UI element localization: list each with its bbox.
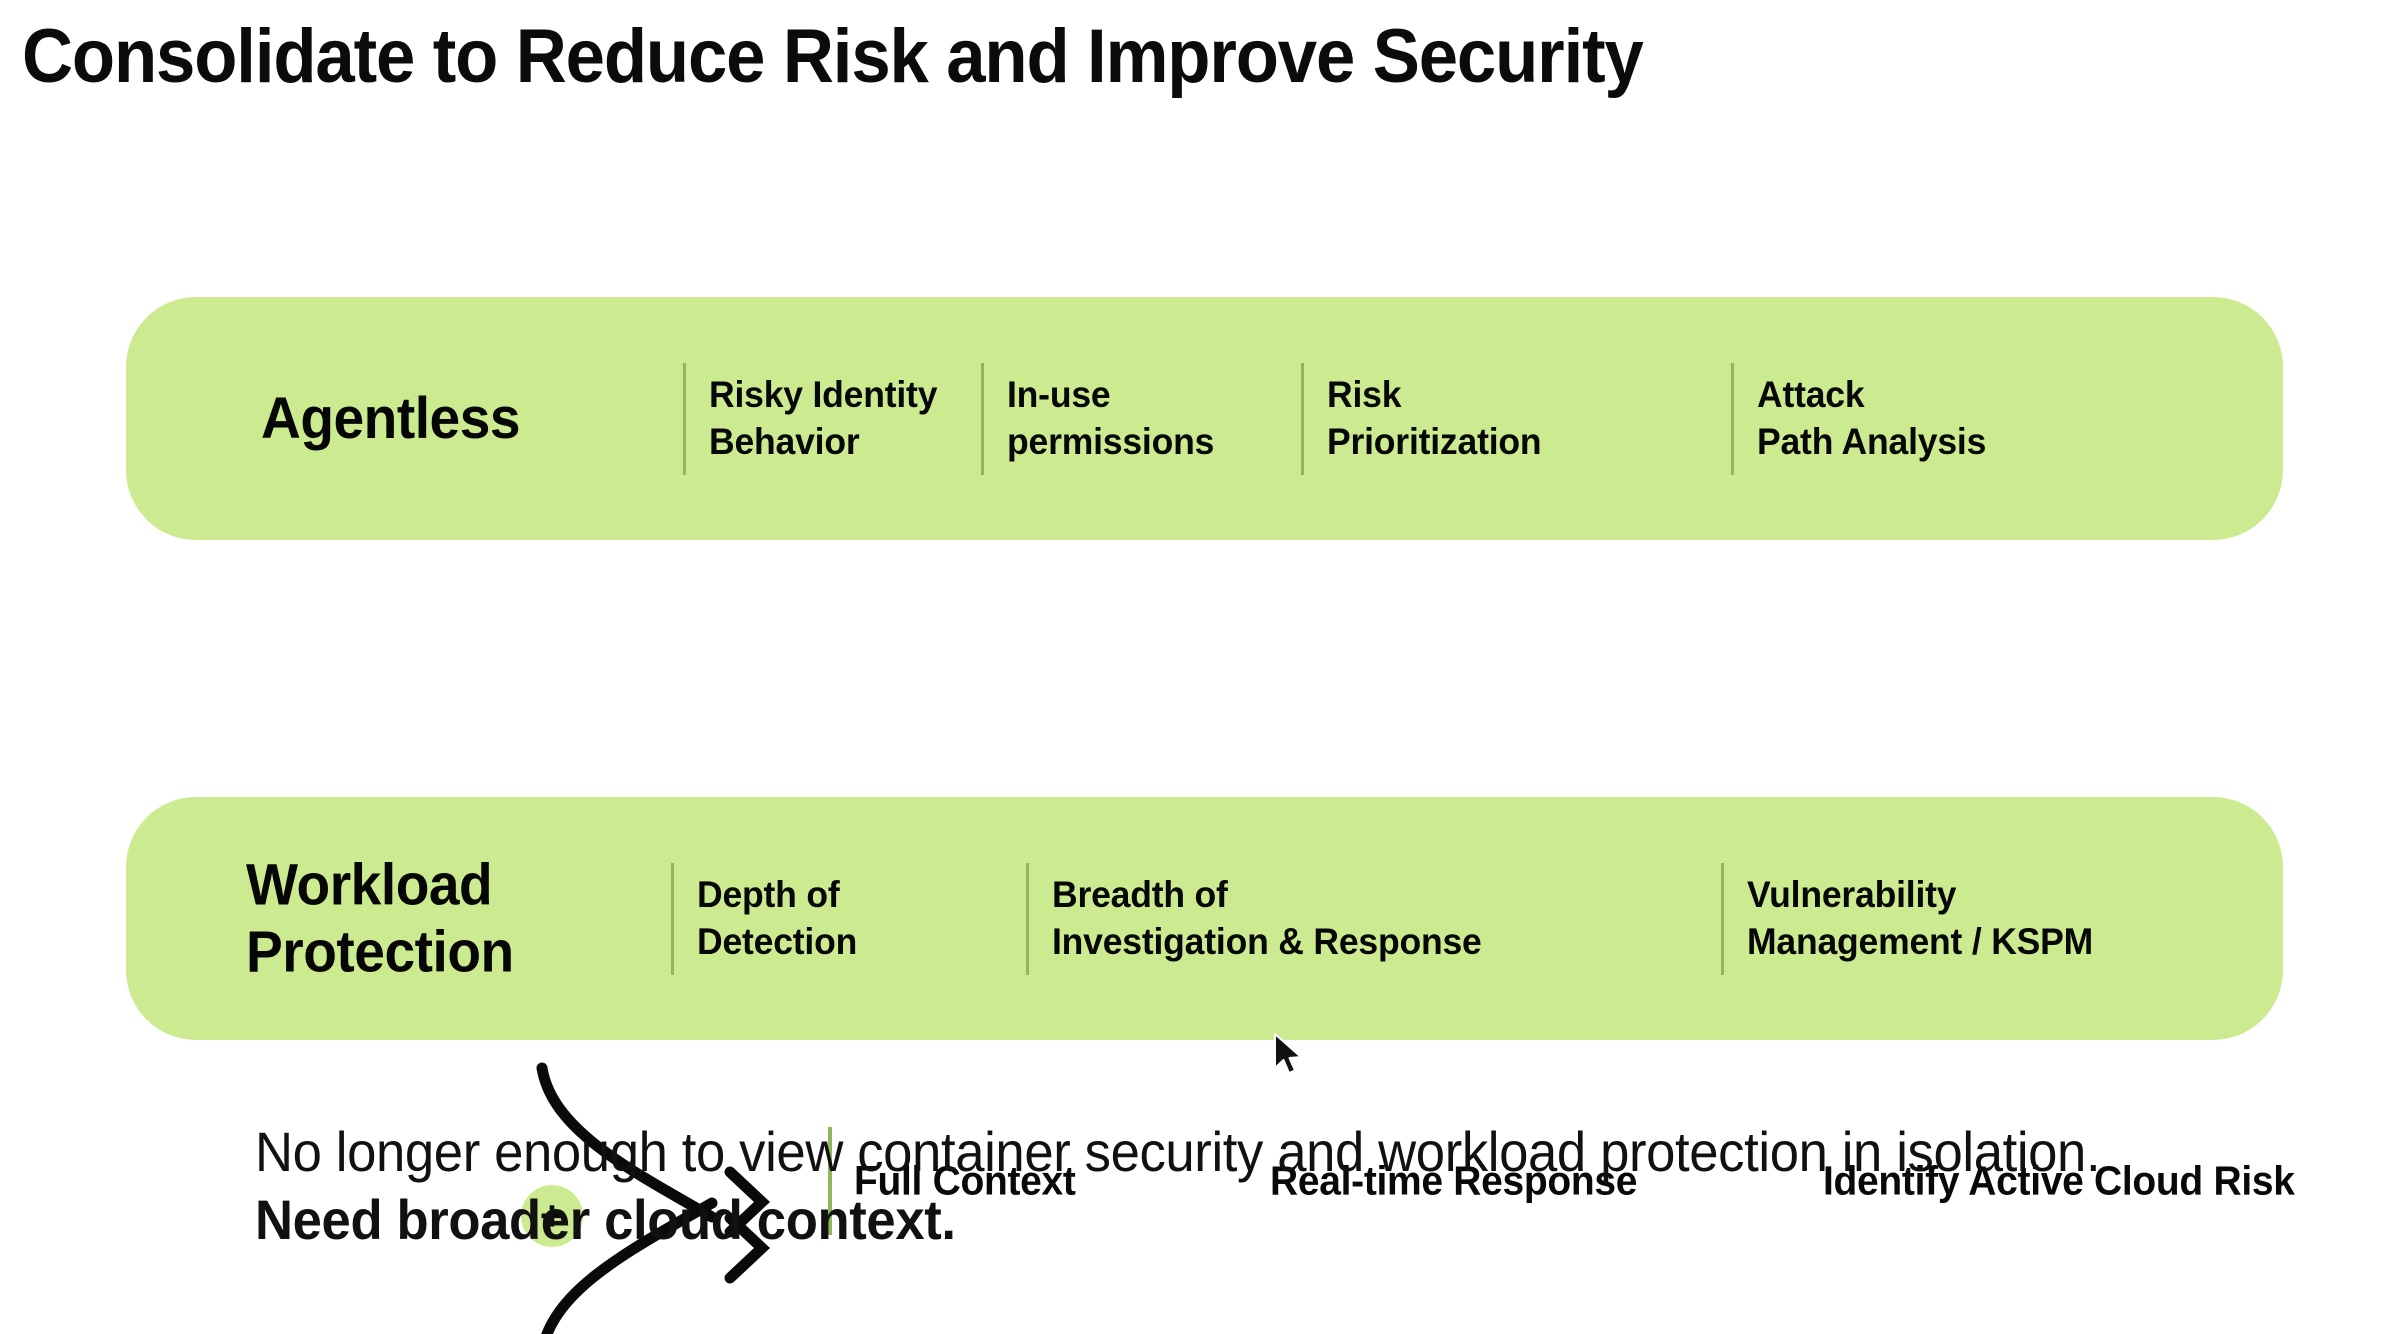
workload-feature-depth-of-detection: Depth of Detection [671,862,1001,975]
feature-label: Depth of Detection [697,873,858,962]
workload-feature-vulnerability-management-kspm: Vulnerability Management / KSPM [1721,862,2281,975]
caption-text: No longer enough to view container secur… [255,1118,2135,1255]
workload-protection-band: Workload Protection Depth of Detection B… [126,797,2283,1040]
agentless-band: Agentless Risky Identity Behavior In-use… [126,297,2283,540]
agentless-feature-risk-prioritization: Risk Prioritization [1301,362,1691,475]
workload-feature-breadth-of-investigation-response: Breadth of Investigation & Response [1026,862,1686,975]
agentless-band-heading: Agentless [261,385,521,451]
feature-label: Breadth of Investigation & Response [1052,873,1482,962]
feature-label: Risk Prioritization [1327,373,1542,462]
feature-label: Attack Path Analysis [1757,373,1987,462]
caption-bold: Need broader cloud context. [255,1188,956,1252]
caption-normal: No longer enough to view container secur… [255,1120,2101,1183]
agentless-feature-risky-identity-behavior: Risky Identity Behavior [683,362,983,475]
agentless-feature-in-use-permissions: In-use permissions [981,362,1301,475]
feature-label: In-use permissions [1007,373,1215,462]
agentless-feature-attack-path-analysis: Attack Path Analysis [1731,362,2191,475]
page-title: Consolidate to Reduce Risk and Improve S… [22,14,1644,99]
feature-label: Vulnerability Management / KSPM [1747,873,2094,962]
feature-label: Risky Identity Behavior [709,373,938,462]
workload-protection-band-heading: Workload Protection [246,852,514,985]
slide-canvas: Consolidate to Reduce Risk and Improve S… [0,0,2402,1334]
connector-row: + Full Context Real-time Response Identi… [0,540,2402,1334]
